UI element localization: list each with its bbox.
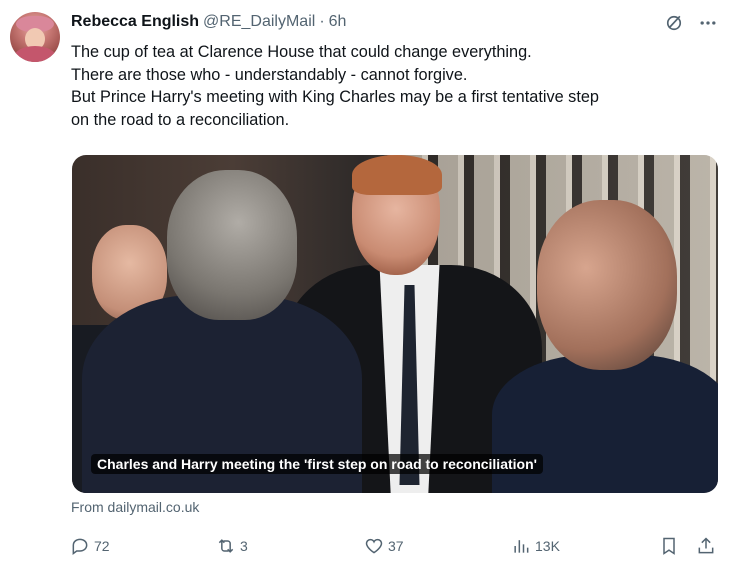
bookmark-icon — [663, 537, 675, 555]
avatar-coat — [14, 46, 56, 62]
reply-count: 72 — [94, 538, 110, 554]
top-icons — [664, 13, 718, 33]
reply-icon — [72, 538, 88, 555]
like-count: 37 — [388, 538, 404, 554]
views-count: 13K — [535, 538, 560, 554]
like-icon — [365, 538, 383, 554]
retweet-button[interactable]: 3 — [216, 536, 248, 556]
avatar[interactable] — [10, 12, 60, 62]
like-button[interactable]: 37 — [364, 536, 404, 556]
link-source[interactable]: From dailymail.co.uk — [71, 499, 199, 515]
views-button[interactable]: 13K — [511, 536, 560, 556]
more-icon[interactable] — [698, 13, 718, 33]
separator-dot: · — [319, 13, 325, 30]
tweet-text: The cup of tea at Clarence House that co… — [71, 41, 721, 131]
tweet-text-line: on the road to a reconciliation. — [71, 110, 290, 129]
media-caption: Charles and Harry meeting the 'first ste… — [91, 454, 543, 474]
right-man-head — [537, 200, 677, 370]
author-handle[interactable]: @RE_DailyMail — [203, 13, 315, 31]
tweet-time[interactable]: 6h — [329, 13, 347, 31]
grey-man-head — [167, 170, 297, 320]
media-card[interactable]: Charles and Harry meeting the 'first ste… — [72, 155, 718, 493]
retweet-count: 3 — [240, 538, 248, 554]
reply-button[interactable]: 72 — [70, 536, 110, 556]
tweet-text-line: There are those who - understandably - c… — [71, 65, 468, 84]
share-icon — [698, 537, 714, 554]
tweet-text-line: But Prince Harry's meeting with King Cha… — [71, 88, 599, 106]
retweet-icon — [218, 539, 234, 553]
author-name[interactable]: Rebecca English — [71, 13, 199, 31]
grok-icon[interactable] — [664, 13, 684, 33]
bookmark-button[interactable] — [659, 536, 679, 556]
views-icon — [514, 540, 529, 553]
tweet-text-line: The cup of tea at Clarence House that co… — [71, 43, 532, 61]
action-bar: 72 3 37 13K — [70, 536, 720, 558]
tweet-header: Rebecca English @RE_DailyMail · 6h — [71, 13, 346, 31]
harry-hair — [352, 155, 442, 195]
share-button[interactable] — [696, 536, 716, 556]
